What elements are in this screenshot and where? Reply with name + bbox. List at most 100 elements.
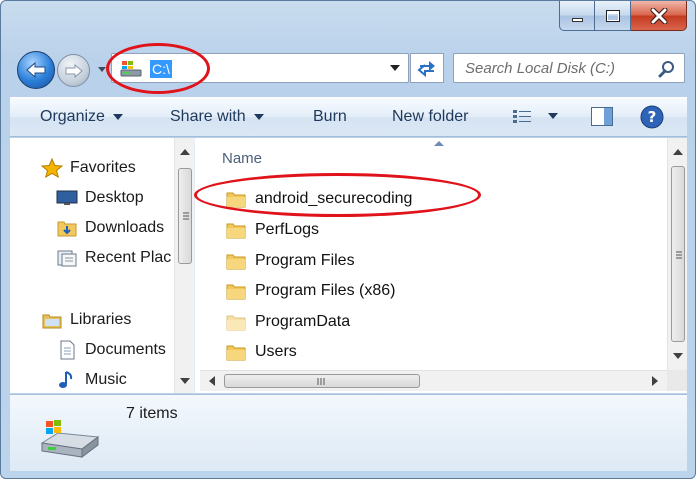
column-header-name[interactable]: Name [222, 150, 262, 167]
scroll-up-icon[interactable] [180, 148, 190, 156]
search-box[interactable]: Search Local Disk (C:) [453, 53, 685, 83]
file-row-program-files-x86[interactable]: Program Files (x86) [226, 282, 395, 300]
caption-buttons [559, 1, 687, 31]
back-arrow-icon [26, 61, 46, 79]
music-icon [59, 371, 73, 388]
scroll-right-icon[interactable] [651, 376, 659, 386]
share-with-menu[interactable]: Share with [170, 108, 264, 126]
item-count: 7 items [126, 405, 178, 422]
local-disk-icon [40, 420, 100, 458]
scroll-up-icon[interactable] [673, 148, 683, 156]
scroll-down-icon[interactable] [180, 377, 190, 385]
nav-favorites-label: Favorites [70, 159, 136, 176]
file-name: Users [255, 343, 297, 360]
address-path[interactable]: C:\ [150, 60, 172, 78]
navigation-pane: Favorites Desktop Downloads Recent Plac … [10, 138, 195, 393]
file-list-horizontal-scrollbar[interactable] [200, 370, 667, 391]
forward-arrow-icon [65, 63, 83, 78]
file-row-perflogs[interactable]: PerfLogs [226, 221, 319, 239]
preview-pane-icon [591, 107, 613, 126]
help-icon: ? [640, 105, 664, 129]
content-area: Favorites Desktop Downloads Recent Plac … [10, 138, 687, 393]
downloads-folder-icon [57, 221, 77, 237]
file-row-program-files[interactable]: Program Files [226, 252, 355, 270]
nav-libraries[interactable]: Libraries [41, 310, 131, 330]
file-list-vertical-scrollbar[interactable] [667, 138, 687, 370]
share-with-label: Share with [170, 108, 246, 125]
nav-desktop-label: Desktop [85, 189, 144, 206]
burn-label: Burn [313, 108, 347, 125]
file-list-scroll-thumb[interactable] [671, 166, 685, 342]
close-button[interactable] [631, 1, 687, 31]
grip-icon [183, 212, 189, 220]
documents-icon [60, 340, 75, 360]
chevron-down-icon [112, 114, 123, 120]
file-name: PerfLogs [255, 221, 320, 238]
libraries-icon [42, 314, 62, 329]
recent-places-icon [57, 250, 77, 267]
nav-downloads[interactable]: Downloads [56, 218, 164, 238]
file-name: android_securecoding [255, 190, 413, 207]
view-list-icon [513, 110, 531, 123]
view-options-button[interactable] [512, 108, 558, 124]
drive-icon [120, 61, 142, 77]
desktop-icon [56, 190, 78, 205]
nav-documents[interactable]: Documents [56, 340, 166, 360]
new-folder-button[interactable]: New folder [392, 108, 468, 126]
nav-recent-places[interactable]: Recent Plac [56, 248, 171, 268]
file-list-pane: Name android_securecoding PerfLogs Progr… [200, 138, 687, 393]
grip-icon [317, 378, 325, 385]
minimize-icon [571, 17, 583, 22]
organize-menu[interactable]: Organize [40, 108, 123, 126]
folder-icon [226, 345, 246, 360]
address-bar[interactable]: C:\ [111, 53, 409, 83]
hidden-folder-icon [226, 315, 246, 330]
details-pane: 7 items [10, 394, 687, 471]
nav-downloads-label: Downloads [85, 219, 165, 236]
file-row-programdata[interactable]: ProgramData [226, 313, 350, 331]
nav-recent-label: Recent Plac [85, 249, 172, 266]
chevron-down-icon [253, 114, 264, 120]
svg-text:?: ? [648, 108, 657, 126]
chevron-down-icon [548, 113, 558, 119]
address-dropdown-icon[interactable] [388, 61, 402, 75]
refresh-button[interactable] [410, 53, 444, 83]
folder-icon [226, 192, 246, 207]
nav-pane-scrollbar[interactable] [174, 138, 194, 393]
explorer-window: C:\ Search Local Disk (C:) Organize Shar… [0, 0, 696, 479]
folder-icon [226, 223, 246, 238]
horizontal-scroll-thumb[interactable] [224, 374, 420, 388]
star-icon [41, 158, 63, 178]
nav-libraries-label: Libraries [70, 311, 132, 328]
nav-desktop[interactable]: Desktop [56, 188, 144, 208]
command-bar: Organize Share with Burn New folder ? [10, 97, 687, 137]
burn-button[interactable]: Burn [313, 108, 347, 126]
file-name: Program Files [255, 252, 355, 269]
maximize-button[interactable] [595, 1, 631, 31]
folder-icon [226, 284, 246, 299]
scroll-down-icon[interactable] [673, 352, 683, 360]
grip-icon [676, 251, 682, 259]
file-row-users[interactable]: Users [226, 343, 297, 361]
forward-button[interactable] [57, 54, 90, 87]
nav-music-label: Music [85, 371, 127, 388]
help-button[interactable]: ? [640, 105, 664, 129]
nav-documents-label: Documents [85, 341, 166, 358]
nav-music[interactable]: Music [56, 370, 127, 390]
close-icon [650, 7, 667, 24]
scroll-left-icon[interactable] [208, 376, 216, 386]
file-name: ProgramData [255, 313, 351, 330]
preview-pane-button[interactable] [590, 106, 614, 128]
nav-favorites[interactable]: Favorites [41, 158, 136, 178]
sort-ascending-icon [434, 141, 444, 146]
minimize-button[interactable] [559, 1, 595, 31]
file-row-android-securecoding[interactable]: android_securecoding [226, 190, 412, 208]
nav-scroll-thumb[interactable] [178, 168, 192, 264]
recent-pages-dropdown[interactable] [97, 64, 107, 76]
organize-label: Organize [40, 108, 105, 125]
new-folder-label: New folder [392, 108, 469, 125]
folder-icon [226, 254, 246, 269]
search-icon[interactable] [658, 60, 676, 78]
search-input[interactable]: Search Local Disk (C:) [465, 60, 615, 77]
back-button[interactable] [17, 51, 55, 89]
